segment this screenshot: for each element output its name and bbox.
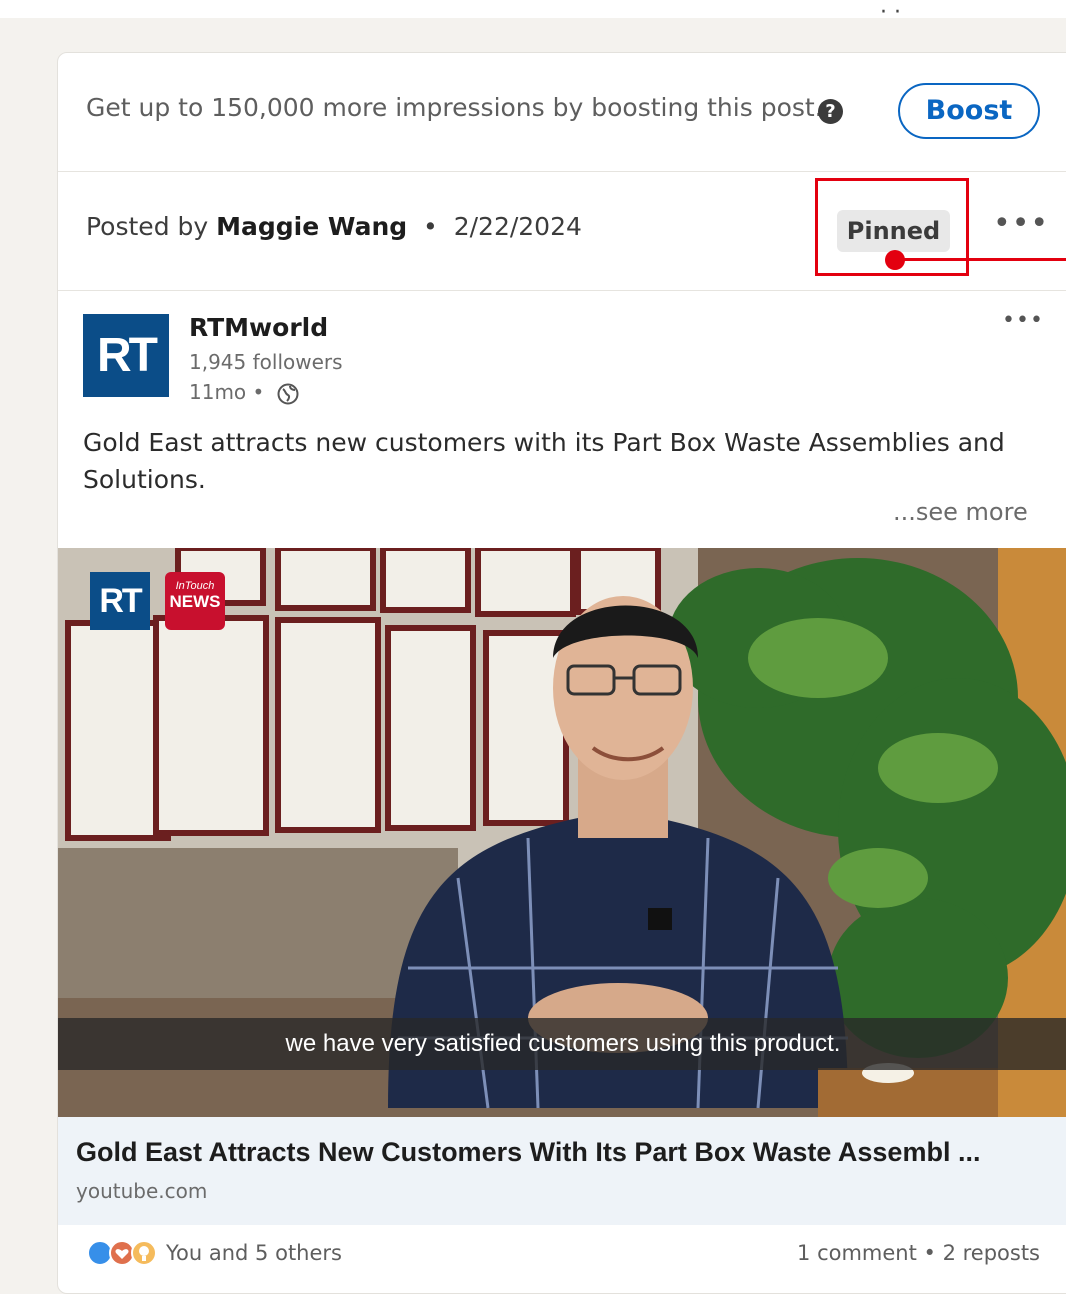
- posted-info: Posted by Maggie Wang • 2/22/2024: [86, 212, 582, 241]
- boost-button[interactable]: Boost: [898, 83, 1040, 139]
- post-more-icon[interactable]: •••: [1002, 308, 1044, 333]
- boost-row: Get up to 150,000 more impressions by bo…: [58, 53, 1066, 172]
- posted-date: 2/22/2024: [453, 212, 582, 241]
- see-more-link[interactable]: ...see more: [893, 498, 1028, 526]
- globe-icon: [277, 383, 299, 404]
- reaction-icons[interactable]: [86, 1239, 162, 1267]
- news-badge-top: InTouch: [175, 580, 215, 592]
- news-badge-bottom: NEWS: [169, 592, 221, 611]
- reactions-summary[interactable]: You and 5 others: [166, 1241, 342, 1265]
- posted-author[interactable]: Maggie Wang: [216, 212, 407, 241]
- video-thumbnail[interactable]: RT InTouch NEWS we have very satisfied c…: [58, 548, 1066, 1117]
- link-preview[interactable]: Gold East Attracts New Customers With It…: [58, 1117, 1066, 1225]
- posted-row: Posted by Maggie Wang • 2/22/2024 Pinned…: [58, 172, 1066, 291]
- posted-prefix: Posted by: [86, 212, 209, 241]
- top-strip: [0, 0, 1066, 18]
- company-name[interactable]: RTMworld: [189, 313, 328, 342]
- video-rt-logo: RT: [90, 572, 150, 630]
- post-card: Get up to 150,000 more impressions by bo…: [57, 52, 1066, 1294]
- posted-separator: •: [423, 212, 438, 241]
- clap-icon: [87, 1240, 113, 1266]
- follower-count: 1,945 followers: [189, 350, 343, 374]
- company-logo[interactable]: RT: [83, 314, 169, 397]
- video-caption: we have very satisfied customers using t…: [285, 1030, 841, 1057]
- link-source: youtube.com: [76, 1179, 208, 1203]
- page-gutter: [0, 18, 28, 1282]
- post-body: Gold East attracts new customers with it…: [83, 428, 1005, 494]
- boost-prompt: Get up to 150,000 more impressions by bo…: [86, 93, 823, 122]
- top-fragment: · ·: [880, 0, 901, 25]
- annotation-pointer-line: [898, 258, 1066, 261]
- link-title[interactable]: Gold East Attracts New Customers With It…: [76, 1137, 1056, 1168]
- news-badge: InTouch NEWS: [165, 572, 225, 630]
- comment-repost-counts[interactable]: 1 comment • 2 reposts: [797, 1241, 1040, 1265]
- post-age-text: 11mo •: [189, 380, 265, 404]
- more-options-icon[interactable]: •••: [993, 206, 1049, 241]
- social-counts-row: You and 5 others 1 comment • 2 reposts: [58, 1225, 1066, 1285]
- help-icon[interactable]: ?: [818, 99, 843, 124]
- post-age: 11mo •: [189, 380, 299, 405]
- annotation-pointer-dot: [885, 250, 905, 270]
